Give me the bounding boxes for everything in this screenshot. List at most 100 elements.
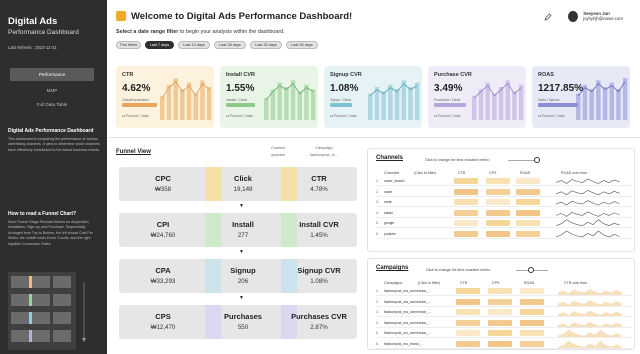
sparkline-line — [556, 211, 620, 217]
row-name: fashionpost_ma_conversion_... — [384, 299, 431, 304]
date-filter-last-14-days[interactable]: Last 14 days — [178, 41, 210, 49]
kpi-bar — [304, 84, 309, 120]
kpi-comparison-note: vs Previous 7 days — [226, 114, 253, 118]
sparkline — [556, 200, 620, 206]
kpi-comparison-note: vs Previous 7 days — [434, 114, 461, 118]
kpi-value: 1.08% — [330, 83, 359, 94]
table-row[interactable]: 3. meta — [376, 198, 632, 207]
table-row[interactable]: 5. google — [376, 219, 632, 228]
col-header-campaign-ctr[interactable]: CTR — [460, 281, 467, 285]
sparkline — [558, 329, 622, 337]
kpi-bar — [284, 87, 289, 120]
sparkline — [556, 219, 620, 227]
kpi-card-purchase-cvr[interactable]: Purchase CVR 3.49% Purchases / Clicks vs Pr… — [428, 66, 526, 128]
campaign-filter[interactable]: fashionpost_m... — [299, 153, 349, 157]
row-name: meta — [384, 200, 392, 204]
channel-filter-label: Channel — [270, 146, 286, 150]
col-header-campaign-filter-hint: (Click to filter) — [418, 281, 440, 285]
date-filter-last-30-days[interactable]: Last 30 days — [250, 41, 282, 49]
kpi-value: 1.55% — [226, 83, 255, 94]
col-header-ctr[interactable]: CTR — [458, 171, 465, 175]
nav-full-data-table[interactable]: Full Data Table — [10, 98, 94, 111]
kpi-bar — [180, 89, 185, 120]
funnel-rate-value: 2.87% — [310, 324, 328, 331]
kpi-card-roas[interactable]: ROAS 1217.85% Sales / Spends vs Previous 7 … — [532, 66, 630, 128]
heat-cell — [486, 230, 510, 237]
kpi-card-ctr[interactable]: CTR 4.62% Clicks/Impressions vs Previous 7 … — [116, 66, 214, 128]
funnel-event-value: 550 — [237, 324, 249, 331]
funnel-stage-divider — [205, 259, 221, 293]
col-header-roas[interactable]: ROAS — [520, 171, 530, 175]
col-header-campaign-roas[interactable]: ROAS — [524, 281, 534, 285]
kpi-bar — [394, 89, 400, 120]
col-header-campaign-cps[interactable]: CPS — [492, 281, 499, 285]
heat-cell — [488, 330, 512, 336]
row-number: 1. — [376, 289, 379, 293]
heat-cell — [454, 188, 478, 195]
funnel-cost-label: CPC — [155, 174, 171, 183]
kpi-card-install-cvr[interactable]: Install CVR 1.55% Installs / Clicks vs Prev… — [220, 66, 318, 128]
kpi-comparison-note: vs Previous 7 days — [538, 114, 565, 118]
row-name: naver_search — [384, 179, 405, 183]
table-row[interactable]: 4. fashionpost_ma_conversion_... — [376, 319, 632, 328]
funnel-stage[interactable]: CPS ₩12,470 Purchases 550 Purchases CVR 2.87% — [119, 305, 357, 339]
heat-cell — [516, 178, 540, 184]
campaigns-panel: Campaigns Click to change the time-mosai… — [367, 258, 635, 350]
funnel-rate-label: Purchases CVR — [291, 312, 347, 321]
campaign-metric-slider-handle[interactable] — [528, 267, 534, 273]
kpi-name: Purchase CVR — [434, 72, 472, 78]
edit-icon[interactable] — [544, 13, 552, 21]
col-header-roas-over-time: ROAS over time — [561, 171, 587, 175]
funnel-arrow-icon: ▼ — [239, 249, 244, 255]
table-row[interactable]: 4. kakao — [376, 209, 632, 218]
kpi-formula-label: Signup / Clicks — [330, 98, 352, 102]
kpi-bar — [401, 80, 406, 120]
sparkline — [558, 299, 622, 306]
sparkline-line — [556, 200, 620, 206]
channel-filter[interactable]: youtube — [263, 153, 293, 157]
funnel-rate-value: 4.78% — [310, 186, 328, 193]
col-header-filter-hint: (Click to filter) — [414, 171, 436, 175]
table-row[interactable]: 2. fashionpost_ma_conversion_... — [376, 298, 632, 307]
kpi-formula-label: Installs / Clicks — [226, 98, 248, 102]
row-name: kakao — [384, 210, 394, 215]
date-filter-last-28-days[interactable]: Last 28 days — [214, 41, 246, 49]
date-filter-last-90-days[interactable]: Last 90 days — [286, 41, 318, 49]
date-filter-this-week[interactable]: This Week — [116, 41, 141, 49]
kpi-bar — [388, 84, 393, 120]
funnel-stage[interactable]: CPA ₩33,293 Signup 206 Signup CVR 1.08% — [119, 259, 357, 293]
nav-performance[interactable]: Performance — [10, 68, 94, 81]
table-row[interactable]: 6. youtube — [376, 230, 632, 239]
campaigns-hint: Click to change the time-mosaied metric: — [426, 268, 491, 272]
funnel-cost-label: CPA — [155, 266, 171, 275]
sidebar: Digital Ads Performance Dashboard Last R… — [0, 0, 107, 354]
channels-title: Channels — [376, 155, 404, 161]
heat-cell — [454, 178, 478, 184]
date-filter-last-7-days[interactable]: Last 7 days — [145, 41, 174, 49]
table-row[interactable]: 1. naver_search — [376, 177, 632, 186]
table-row[interactable]: 2. naver — [376, 188, 632, 197]
kpi-card-signup-cvr[interactable]: Signup CVR 1.08% Signup / Clicks vs Previou… — [324, 66, 422, 128]
row-name: google — [384, 221, 395, 225]
kpi-name: ROAS — [538, 72, 554, 78]
user-avatar[interactable] — [568, 11, 578, 22]
funnel-stage-divider — [281, 259, 297, 293]
table-row[interactable]: 1. fashionpost_ma_conversion_... — [376, 287, 632, 296]
table-row[interactable]: 5. fashionpost_mo_conversion_... — [376, 329, 632, 338]
funnel-stage[interactable]: CPI ₩24,760 Install 277 Install CVR 1.45% — [119, 213, 357, 247]
nav-mmp[interactable]: MMP — [10, 84, 94, 97]
kpi-formula-label: Sales / Spends — [538, 98, 560, 102]
metric-slider-handle[interactable] — [534, 157, 540, 163]
heat-cell — [456, 330, 480, 336]
table-row[interactable]: 3. fashionpost_ma_conversion_... — [376, 308, 632, 317]
row-number: 2. — [376, 189, 379, 194]
kpi-bar — [596, 80, 601, 120]
col-header-cps[interactable]: CPS — [489, 171, 496, 175]
kpi-bar — [616, 89, 621, 120]
funnel-view: Funnel View Channel youtube Campaign fas… — [113, 142, 363, 352]
table-row[interactable]: 6. fashionpost_mo_brand_... — [376, 340, 632, 349]
funnel-stage[interactable]: CPC ₩358 Click 19,149 CTR 4.78% — [119, 167, 357, 201]
heat-cell — [456, 309, 480, 315]
instruction-text: Select a date range filter to begin your… — [116, 29, 285, 35]
funnel-stage-divider — [205, 305, 221, 339]
